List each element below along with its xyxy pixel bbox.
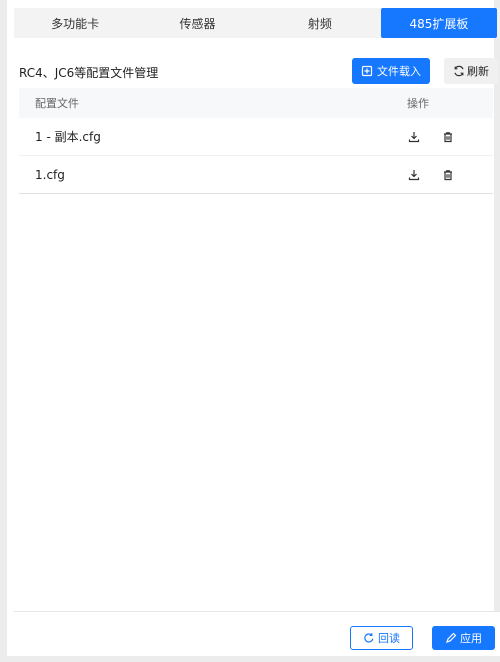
trash-icon[interactable] [441,168,455,182]
readback-button[interactable]: 回读 [350,626,413,650]
table-row: 1 - 副本.cfg [19,118,493,156]
tab-485-expansion[interactable]: 485扩展板 [380,8,497,38]
trash-icon[interactable] [441,130,455,144]
row-actions [407,168,493,182]
edit-icon [445,632,457,644]
config-file-table: 配置文件 操作 1 - 副本.cfg 1.cfg [19,88,493,194]
footer-bar: 回读 应用 [14,611,500,656]
download-icon[interactable] [407,168,421,182]
apply-button[interactable]: 应用 [432,626,495,650]
column-header-ops: 操作 [407,97,429,110]
refresh-button[interactable]: 刷新 [444,58,498,84]
import-icon [361,65,373,77]
tab-sensor[interactable]: 传感器 [136,8,258,38]
section-title: RC4、JC6等配置文件管理 [19,66,159,80]
config-header: RC4、JC6等配置文件管理 文件载入 刷新 [19,58,498,84]
tab-multifunction-card[interactable]: 多功能卡 [14,8,136,38]
refresh-icon [453,65,465,77]
file-load-button[interactable]: 文件载入 [352,58,430,84]
table-row: 1.cfg [19,156,493,194]
tab-rf[interactable]: 射频 [259,8,381,38]
column-header-file: 配置文件 [35,97,79,110]
app-window: 多功能卡 传感器 射频 485扩展板 RC4、JC6等配置文件管理 文件载入 刷… [0,0,500,662]
file-name: 1 - 副本.cfg [35,130,101,144]
readback-icon [363,632,375,644]
download-icon[interactable] [407,130,421,144]
row-actions [407,130,493,144]
tab-bar: 多功能卡 传感器 射频 485扩展板 [14,8,500,38]
readback-label: 回读 [378,632,400,645]
table-header: 配置文件 操作 [19,88,493,118]
file-name: 1.cfg [35,167,65,182]
file-load-label: 文件载入 [377,65,421,78]
apply-label: 应用 [460,632,482,645]
refresh-label: 刷新 [467,65,489,78]
